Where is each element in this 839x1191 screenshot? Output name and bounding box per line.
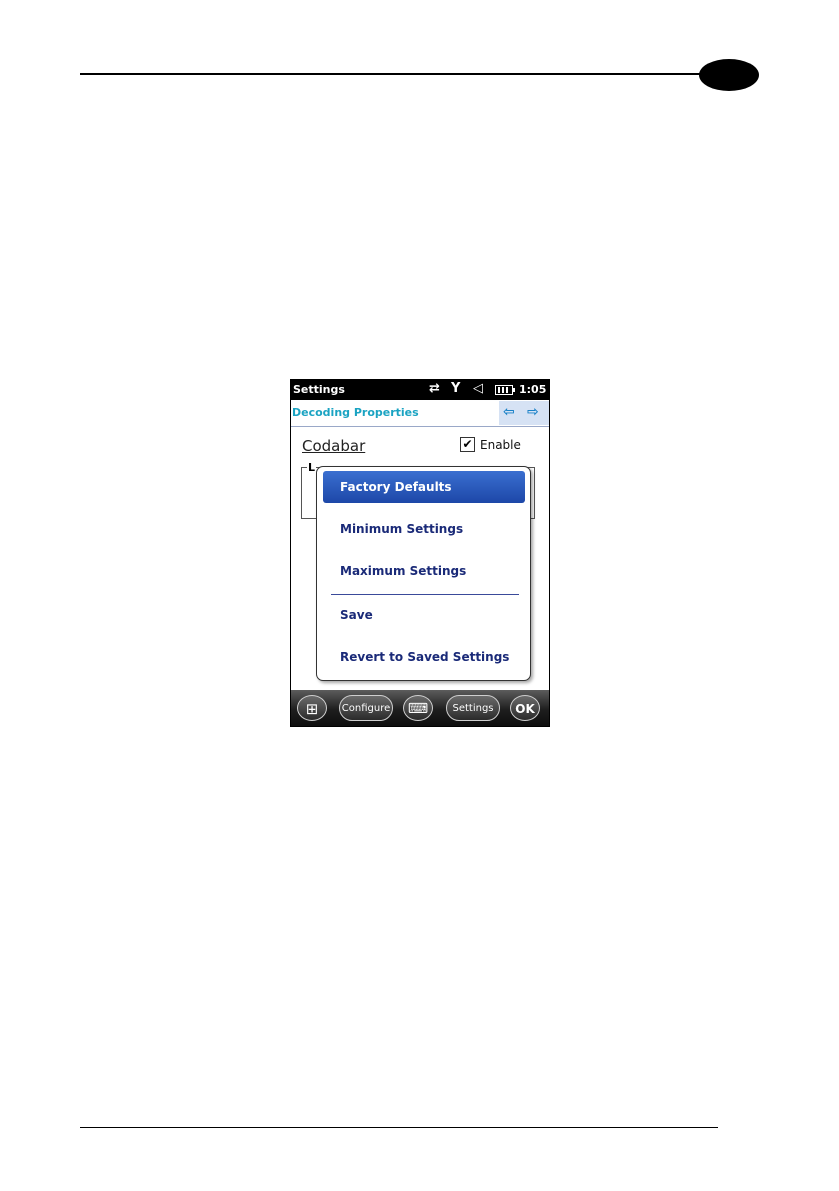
chapter-tab xyxy=(699,59,759,91)
menu-item-save[interactable]: Save xyxy=(323,599,525,631)
next-arrow-icon[interactable]: ⇨ xyxy=(527,404,539,420)
top-rule xyxy=(80,73,730,75)
menu-separator xyxy=(331,594,519,595)
group-label: L xyxy=(307,461,317,474)
enable-checkbox[interactable]: ✔ xyxy=(460,437,475,452)
no-signal-icon: Y xyxy=(451,381,461,396)
enable-label: Enable xyxy=(480,438,521,452)
menu-item-maximum-settings[interactable]: Maximum Settings xyxy=(323,555,525,587)
start-button[interactable]: ⊞ xyxy=(297,695,327,721)
status-bar: Settings ⇄ Y ◁ 1:05 xyxy=(291,380,549,400)
nav-arrows: ⇦ ⇨ xyxy=(499,401,549,425)
symbology-link[interactable]: Codabar xyxy=(302,437,365,455)
configure-button[interactable]: Configure xyxy=(339,695,393,721)
status-title: Settings xyxy=(293,383,345,396)
menu-item-revert[interactable]: Revert to Saved Settings xyxy=(323,641,525,673)
taskbar: ⊞ Configure ⌨ Settings OK xyxy=(291,690,549,726)
status-time: 1:05 xyxy=(519,383,547,396)
keyboard-button[interactable]: ⌨ xyxy=(403,695,433,721)
device-screen: Settings ⇄ Y ◁ 1:05 Decoding Properties … xyxy=(290,379,550,727)
settings-menu: Factory Defaults Minimum Settings Maximu… xyxy=(316,466,531,681)
settings-button[interactable]: Settings xyxy=(446,695,500,721)
prev-arrow-icon[interactable]: ⇦ xyxy=(503,404,515,420)
battery-icon xyxy=(495,385,515,395)
menu-item-factory-defaults[interactable]: Factory Defaults xyxy=(323,471,525,503)
menu-item-minimum-settings[interactable]: Minimum Settings xyxy=(323,513,525,545)
ok-button[interactable]: OK xyxy=(510,695,540,721)
speaker-muted-icon: ◁ xyxy=(473,381,483,396)
page-title: Decoding Properties xyxy=(292,406,419,419)
bottom-rule xyxy=(80,1127,718,1128)
page-header: Decoding Properties ⇦ ⇨ xyxy=(291,400,549,427)
sync-arrows-icon: ⇄ xyxy=(429,381,440,396)
